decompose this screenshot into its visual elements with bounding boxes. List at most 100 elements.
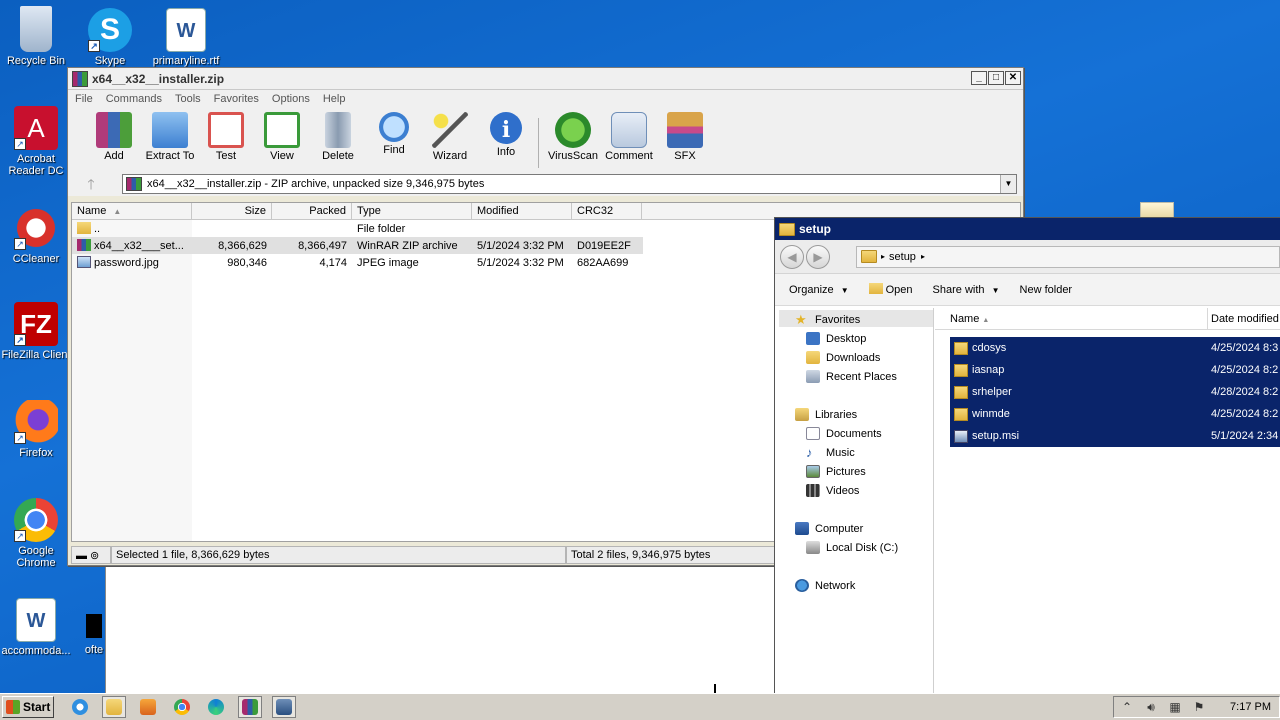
extract-to-button[interactable]: Extract To: [142, 112, 198, 162]
open-button[interactable]: Open: [868, 283, 913, 296]
up-arrow-icon[interactable]: 🡑: [76, 174, 106, 194]
explorer-title-bar[interactable]: setup: [775, 218, 1280, 240]
organize-button[interactable]: Organize ▼: [789, 284, 849, 296]
chevron-right-icon: ▸: [881, 252, 886, 261]
nav-videos[interactable]: Videos: [806, 484, 859, 497]
column-date-modified[interactable]: Date modified: [1208, 308, 1280, 329]
firefox-icon: ↗: [14, 400, 58, 444]
minimize-button[interactable]: _: [971, 71, 987, 85]
column-size[interactable]: Size: [192, 203, 272, 219]
column-name[interactable]: Name ▲: [935, 308, 1208, 329]
menu-options[interactable]: Options: [272, 93, 310, 105]
word-doc-icon: W: [166, 8, 206, 52]
breadcrumb[interactable]: setup: [889, 251, 916, 263]
desktop-icon-acrobat[interactable]: A ↗ Acrobat Reader DC: [0, 106, 74, 177]
menu-commands[interactable]: Commands: [106, 93, 162, 105]
desktop-icon-chrome[interactable]: ↗ Google Chrome: [0, 498, 74, 569]
nav-downloads[interactable]: Downloads: [806, 351, 880, 364]
taskbar-edge[interactable]: [204, 696, 228, 718]
menu-tools[interactable]: Tools: [175, 93, 201, 105]
column-crc32[interactable]: CRC32: [572, 203, 642, 219]
desktop-icon-skype[interactable]: S ↗ Skype: [72, 8, 148, 67]
chevron-down-icon[interactable]: ▼: [1000, 175, 1016, 193]
wizard-label: Wizard: [432, 150, 468, 162]
virusscan-button[interactable]: VirusScan: [545, 112, 601, 162]
menu-help[interactable]: Help: [323, 93, 346, 105]
cell-packed: 4,174: [319, 256, 347, 269]
column-type[interactable]: Type: [352, 203, 472, 219]
share-with-button[interactable]: Share with ▼: [933, 284, 1000, 296]
list-item[interactable]: winmde 4/25/2024 8:2: [950, 403, 1280, 425]
find-button[interactable]: Find: [366, 112, 422, 156]
desktop-icon-accommoda[interactable]: W accommoda...: [0, 598, 74, 657]
sfx-button[interactable]: SFX: [657, 112, 713, 162]
nav-documents[interactable]: Documents: [806, 427, 882, 440]
list-item[interactable]: setup.msi 5/1/2024 2:34: [950, 425, 1280, 447]
taskbar-window[interactable]: [272, 696, 296, 718]
test-button[interactable]: Test: [198, 112, 254, 162]
nav-pictures[interactable]: Pictures: [806, 465, 866, 478]
new-folder-button[interactable]: New folder: [1020, 284, 1073, 296]
desktop-icon-primaryline[interactable]: W primaryline.rtf: [148, 8, 224, 67]
taskbar-ie[interactable]: [68, 696, 92, 718]
archive-path-field[interactable]: x64__x32__installer.zip - ZIP archive, u…: [122, 174, 1017, 194]
back-arrow-icon[interactable]: ◀: [780, 244, 804, 269]
skype-icon: S ↗: [88, 8, 132, 52]
row-name: x64__x32___set...: [94, 240, 184, 252]
column-packed[interactable]: Packed: [272, 203, 352, 219]
recycle-bin-icon: [20, 6, 52, 52]
nav-libraries[interactable]: Libraries: [795, 408, 857, 421]
table-row[interactable]: x64__x32___set... 8,366,629 8,366,497 Wi…: [72, 237, 643, 254]
folder-desktop-icon[interactable]: [1140, 202, 1174, 218]
forward-arrow-icon[interactable]: ▶: [806, 244, 830, 269]
list-item[interactable]: cdosys 4/25/2024 8:3: [950, 337, 1280, 359]
clock[interactable]: 7:17 PM: [1230, 701, 1271, 713]
taskbar-explorer[interactable]: [102, 696, 126, 718]
desktop-icon-firefox[interactable]: ↗ Firefox: [0, 400, 74, 459]
info-label: Info: [496, 146, 516, 158]
menu-file[interactable]: File: [75, 93, 93, 105]
close-button[interactable]: ✕: [1005, 71, 1021, 85]
menu-favorites[interactable]: Favorites: [214, 93, 259, 105]
volume-icon[interactable]: 🔊︎: [1144, 700, 1158, 714]
info-icon: i: [490, 112, 522, 144]
desktop-icon-ccleaner[interactable]: ↗ CCleaner: [0, 206, 74, 265]
list-item[interactable]: iasnap 4/25/2024 8:2: [950, 359, 1280, 381]
explorer-address-bar[interactable]: ▸ setup ▸: [856, 245, 1280, 268]
action-center-flag-icon[interactable]: ⚑: [1192, 700, 1206, 714]
desktop-icon-recycle-bin[interactable]: Recycle Bin: [0, 6, 74, 67]
maximize-button[interactable]: □: [988, 71, 1004, 85]
network-tray-icon[interactable]: ▦: [1168, 700, 1182, 714]
taskbar-winrar[interactable]: [238, 696, 262, 718]
background-window: [105, 566, 775, 693]
taskbar-chrome[interactable]: [170, 696, 194, 718]
nav-recent-places[interactable]: Recent Places: [806, 370, 897, 383]
nav-local-disk[interactable]: Local Disk (C:): [806, 541, 898, 554]
row-name: ..: [94, 223, 101, 235]
column-modified[interactable]: Modified: [472, 203, 572, 219]
window-icon: [276, 699, 292, 715]
info-button[interactable]: i Info: [478, 112, 534, 158]
nav-desktop[interactable]: Desktop: [806, 332, 866, 345]
comment-button[interactable]: Comment: [601, 112, 657, 162]
column-name[interactable]: Name ▲: [72, 203, 192, 219]
nav-favorites[interactable]: ★ Favorites: [795, 313, 860, 326]
open-label: Open: [885, 284, 913, 296]
taskbar-media-player[interactable]: [136, 696, 160, 718]
wizard-button[interactable]: Wizard: [422, 112, 478, 162]
desktop-icon-filezilla[interactable]: FZ ↗ FileZilla Client: [0, 302, 74, 361]
nav-computer[interactable]: Computer: [795, 522, 863, 535]
test-label: Test: [215, 150, 237, 162]
desktop-icon-label: FileZilla Client: [1, 349, 71, 361]
view-button[interactable]: View: [254, 112, 310, 162]
start-button[interactable]: Start: [2, 696, 54, 718]
winrar-title-bar[interactable]: x64__x32__installer.zip _ □ ✕: [68, 68, 1023, 90]
add-button[interactable]: Add: [86, 112, 142, 162]
nav-network[interactable]: Network: [795, 579, 855, 592]
cell-type: JPEG image: [357, 256, 419, 269]
nav-libraries-label: Libraries: [815, 408, 858, 421]
delete-button[interactable]: Delete: [310, 112, 366, 162]
chevron-up-icon[interactable]: ⌃: [1120, 700, 1134, 714]
nav-music[interactable]: ♪ Music: [806, 446, 855, 459]
list-item[interactable]: srhelper 4/28/2024 8:2: [950, 381, 1280, 403]
